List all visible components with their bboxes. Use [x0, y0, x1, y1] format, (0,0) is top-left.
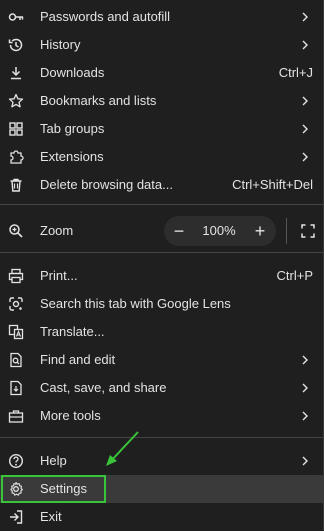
puzzle-icon — [8, 149, 24, 165]
star-icon — [8, 93, 24, 109]
menu-item-find-and-edit[interactable]: Find and edit — [0, 346, 323, 374]
menu-separator — [0, 252, 323, 253]
menu-item-label: Help — [40, 453, 67, 468]
menu-item-downloads[interactable]: Downloads Ctrl+J — [0, 59, 323, 87]
menu-item-extensions[interactable]: Extensions — [0, 143, 323, 171]
menu-item-history[interactable]: History — [0, 31, 323, 59]
help-icon — [8, 453, 24, 469]
exit-icon — [8, 509, 24, 525]
menu-item-label: Search this tab with Google Lens — [40, 296, 231, 311]
menu-item-label: Find and edit — [40, 352, 116, 367]
chevron-right-icon — [302, 383, 308, 393]
menu-item-google-lens[interactable]: Search this tab with Google Lens — [0, 290, 323, 318]
shortcut-text: Ctrl+P — [276, 268, 313, 283]
menu-item-label: Downloads — [40, 65, 105, 80]
menu-item-label: Passwords and autofill — [40, 9, 171, 24]
print-icon — [8, 268, 24, 284]
menu-item-passwords[interactable]: Passwords and autofill — [0, 3, 323, 31]
zoom-out-button[interactable]: − — [164, 216, 194, 246]
menu-item-label: Bookmarks and lists — [40, 93, 157, 108]
menu-item-cast-save-share[interactable]: Cast, save, and share — [0, 374, 323, 402]
toolbox-icon — [8, 408, 24, 424]
find-icon — [8, 352, 24, 368]
menu-separator — [0, 437, 323, 438]
translate-icon — [8, 324, 24, 340]
menu-item-settings[interactable]: Settings — [0, 475, 323, 503]
chevron-right-icon — [302, 411, 308, 421]
trash-icon — [8, 177, 24, 193]
menu-item-label: Extensions — [40, 149, 104, 164]
menu-item-bookmarks[interactable]: Bookmarks and lists — [0, 87, 323, 115]
menu-item-label: Exit — [40, 509, 62, 524]
chevron-right-icon — [302, 124, 308, 134]
menu-item-help[interactable]: Help — [0, 447, 323, 475]
chevron-right-icon — [302, 40, 308, 50]
annotation-arrow-icon — [106, 431, 139, 466]
menu-item-label: Cast, save, and share — [40, 380, 167, 395]
menu-item-tab-groups[interactable]: Tab groups — [0, 115, 323, 143]
menu-item-label: Zoom — [40, 223, 74, 238]
chrome-main-menu: Passwords and autofill History Downloads… — [0, 0, 324, 530]
menu-item-label: Print... — [40, 268, 78, 283]
shortcut-text: Ctrl+J — [278, 65, 313, 80]
menu-item-translate[interactable]: Translate... — [0, 318, 323, 346]
download-icon — [8, 65, 24, 81]
plus-icon: + — [254, 220, 266, 241]
menu-item-label: Settings — [40, 481, 87, 496]
minus-icon: − — [173, 220, 185, 241]
chevron-right-icon — [302, 12, 308, 22]
menu-item-more-tools[interactable]: More tools — [0, 402, 323, 430]
zoom-icon — [8, 223, 24, 239]
zoom-divider — [286, 218, 287, 244]
menu-item-label: Tab groups — [40, 121, 105, 136]
cast-icon — [8, 380, 24, 396]
chevron-right-icon — [302, 456, 308, 466]
menu-item-exit[interactable]: Exit — [0, 503, 323, 531]
shortcut-text: Ctrl+Shift+Del — [232, 177, 313, 192]
chevron-right-icon — [302, 96, 308, 106]
menu-item-delete-browsing-data[interactable]: Delete browsing data... Ctrl+Shift+Del — [0, 171, 323, 199]
grid-icon — [8, 121, 24, 137]
menu-item-label: History — [40, 37, 81, 52]
lens-icon — [8, 296, 24, 312]
fullscreen-button[interactable] — [293, 216, 323, 246]
fullscreen-icon — [301, 224, 315, 238]
chevron-right-icon — [302, 152, 308, 162]
menu-item-label: Translate... — [40, 324, 105, 339]
key-icon — [8, 9, 24, 25]
history-icon — [8, 37, 24, 53]
zoom-in-button[interactable]: + — [245, 216, 275, 246]
gear-icon — [8, 481, 24, 497]
menu-item-print[interactable]: Print... Ctrl+P — [0, 262, 323, 290]
menu-separator — [0, 204, 323, 205]
menu-item-label: Delete browsing data... — [40, 177, 173, 192]
zoom-level: 100% — [202, 223, 236, 238]
menu-item-label: More tools — [40, 408, 101, 423]
chevron-right-icon — [302, 355, 308, 365]
